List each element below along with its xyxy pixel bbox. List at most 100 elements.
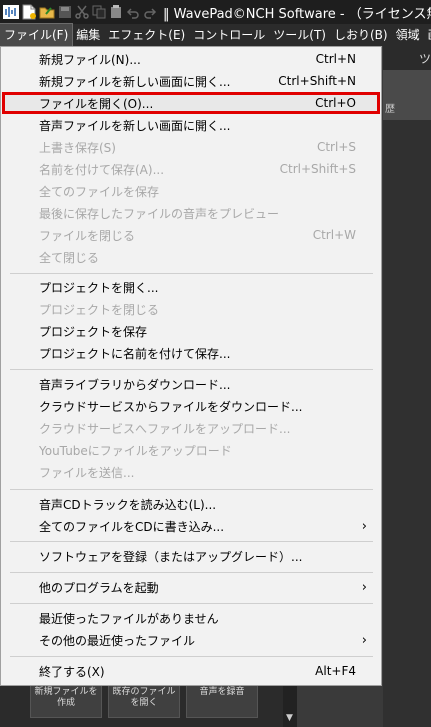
menu-item-close-project[interactable]: プロジェクトを閉じる	[2, 298, 380, 320]
new-file-button[interactable]: 新規ファイルを作成	[30, 684, 102, 718]
menu-item-no-recent-files[interactable]: 最近使ったファイルがありません	[2, 607, 380, 629]
menu-control[interactable]: コントロール	[189, 24, 269, 46]
menu-item-label: 全て閉じる	[39, 250, 100, 265]
menu-separator	[10, 572, 373, 573]
menu-item-label: プロジェクトを保存	[39, 324, 148, 339]
menu-item-new-file-new-window[interactable]: 新規ファイルを新しい画面に開く... Ctrl+Shift+N	[2, 70, 380, 92]
chevron-down-icon[interactable]: ▼	[286, 713, 293, 723]
menu-bookmarks[interactable]: しおり(B)	[330, 24, 392, 46]
chevron-right-icon: ›	[361, 579, 367, 595]
menu-view[interactable]: 画面	[424, 24, 431, 46]
menu-item-label: 最近使ったファイルがありません	[39, 611, 219, 626]
redo-icon[interactable]	[143, 3, 157, 21]
menu-item-exit[interactable]: 終了する(X) Alt+F4	[2, 660, 380, 682]
history-button-fragment[interactable]: 歴	[385, 100, 395, 115]
menu-item-label: 全てのファイルを保存	[39, 184, 160, 199]
file-menu-dropdown: 新規ファイル(N)... Ctrl+N 新規ファイルを新しい画面に開く... Ctr…	[0, 46, 382, 686]
toolbar-tab-strip: ツ	[383, 46, 431, 70]
window-title: ‖ WavePad©NCH Software - （ライセンス無	[163, 6, 431, 22]
menu-separator	[10, 603, 373, 604]
record-audio-button[interactable]: 音声を録音	[186, 684, 258, 718]
copy-icon[interactable]	[92, 3, 106, 21]
menu-item-burn-cd[interactable]: 全てのファイルをCDに書き込み... ›	[2, 515, 380, 537]
menu-item-label: 新規ファイルを新しい画面に開く...	[39, 74, 231, 89]
menu-file[interactable]: ファイル(F)	[0, 23, 74, 47]
menu-item-upload-to-cloud[interactable]: クラウドサービスへファイルをアップロード...	[2, 417, 380, 439]
menu-separator	[10, 656, 373, 657]
menu-item-preview-last-saved[interactable]: 最後に保存したファイルの音声をプレビュー	[2, 202, 380, 224]
menu-item-download-from-cloud[interactable]: クラウドサービスからファイルをダウンロード...	[2, 395, 380, 417]
menu-bar: ファイル(F) 編集 エフェクト(E) コントロール ツール(T) しおり(B)…	[0, 23, 431, 47]
menu-item-label: 終了する(X)	[39, 664, 105, 679]
menu-item-label: 他のプログラムを起動	[39, 580, 159, 595]
menu-item-label: 音声CDトラックを読み込む(L)...	[39, 497, 217, 512]
menu-separator	[10, 541, 373, 542]
menu-item-shortcut: Ctrl+N	[315, 52, 356, 66]
menu-item-close-all[interactable]: 全て閉じる	[2, 246, 380, 268]
menu-item-label: ファイルを開く(O)...	[39, 96, 154, 111]
scrollbar[interactable]: ▼	[283, 686, 297, 727]
chevron-right-icon: ›	[361, 632, 367, 648]
menu-item-save-all[interactable]: 全てのファイルを保存	[2, 180, 380, 202]
open-folder-icon[interactable]	[39, 3, 55, 21]
record-audio-button-label: 音声を録音	[199, 687, 245, 697]
menu-item-launch-other-program[interactable]: 他のプログラムを起動 ›	[2, 576, 380, 598]
menu-item-upload-youtube[interactable]: YouTubeにファイルをアップロード	[2, 439, 380, 461]
cut-icon[interactable]	[75, 3, 89, 21]
menu-item-label: ファイルを送信...	[39, 465, 135, 480]
menu-item-label: 全てのファイルをCDに書き込み...	[39, 519, 225, 534]
menu-item-label: その他の最近使ったファイル	[39, 633, 196, 648]
menu-item-shortcut: Ctrl+Shift+N	[278, 74, 356, 88]
toolbar-fragment: 歴	[383, 70, 431, 120]
menu-item-shortcut: Ctrl+S	[316, 140, 356, 154]
open-existing-file-button-label: 既存のファイルを開く	[112, 687, 176, 708]
title-bar: ‖ WavePad©NCH Software - （ライセンス無	[0, 0, 431, 24]
open-existing-file-button[interactable]: 既存のファイルを開く	[108, 684, 180, 718]
menu-item-label: プロジェクトを開く...	[39, 280, 159, 295]
menu-effects[interactable]: エフェクト(E)	[104, 24, 189, 46]
menu-edit[interactable]: 編集	[72, 24, 104, 46]
menu-item-label: プロジェクトを閉じる	[39, 302, 160, 317]
menu-item-label: 名前を付けて保存(A)...	[39, 162, 165, 177]
menu-item-label: クラウドサービスからファイルをダウンロード...	[39, 399, 303, 414]
menu-item-shortcut: Ctrl+W	[312, 228, 356, 242]
menu-item-label: 音声ライブラリからダウンロード...	[39, 377, 231, 392]
menu-item-label: 新規ファイル(N)...	[39, 52, 141, 67]
menu-item-label: 音声ファイルを新しい画面に開く...	[39, 118, 231, 133]
menu-item-new-file[interactable]: 新規ファイル(N)... Ctrl+N	[2, 48, 380, 70]
new-file-icon[interactable]	[22, 3, 36, 21]
menu-item-download-sound-library[interactable]: 音声ライブラリからダウンロード...	[2, 373, 380, 395]
menu-item-save[interactable]: 上書き保存(S) Ctrl+S	[2, 136, 380, 158]
menu-item-register-software[interactable]: ソフトウェアを登録（またはアップグレード）...	[2, 545, 380, 567]
paste-icon[interactable]	[109, 3, 123, 21]
menu-separator	[10, 489, 373, 490]
menu-item-label: YouTubeにファイルをアップロード	[39, 443, 232, 458]
menu-item-open-audio-new-window[interactable]: 音声ファイルを新しい画面に開く...	[2, 114, 380, 136]
menu-item-shortcut: Alt+F4	[315, 664, 356, 678]
menu-region[interactable]: 領域	[392, 24, 424, 46]
menu-item-shortcut: Ctrl+Shift+S	[279, 162, 356, 176]
menu-item-send-file[interactable]: ファイルを送信...	[2, 461, 380, 483]
menu-item-load-cd-tracks[interactable]: 音声CDトラックを読み込む(L)...	[2, 493, 380, 515]
menu-separator	[10, 273, 373, 274]
undo-icon[interactable]	[126, 3, 140, 21]
menu-item-label: 上書き保存(S)	[39, 140, 116, 155]
menu-item-open-project[interactable]: プロジェクトを開く...	[2, 276, 380, 298]
menu-item-open-file[interactable]: ファイルを開く(O)... Ctrl+O	[2, 92, 380, 114]
menu-item-save-project-as[interactable]: プロジェクトに名前を付けて保存...	[2, 342, 380, 364]
menu-item-label: 最後に保存したファイルの音声をプレビュー	[39, 206, 280, 221]
menu-tools[interactable]: ツール(T)	[269, 24, 330, 46]
workspace-area	[383, 120, 431, 727]
menu-item-other-recent-files[interactable]: その他の最近使ったファイル ›	[2, 629, 380, 651]
menu-item-label: クラウドサービスへファイルをアップロード...	[39, 421, 291, 436]
menu-item-close-file[interactable]: ファイルを閉じる Ctrl+W	[2, 224, 380, 246]
save-icon[interactable]	[58, 3, 72, 21]
menu-item-save-project[interactable]: プロジェクトを保存	[2, 320, 380, 342]
menu-item-save-as[interactable]: 名前を付けて保存(A)... Ctrl+Shift+S	[2, 158, 380, 180]
tab-fragment[interactable]: ツ	[419, 50, 431, 67]
menu-item-label: プロジェクトに名前を付けて保存...	[39, 346, 231, 361]
new-file-button-label: 新規ファイルを作成	[34, 687, 98, 708]
menu-separator	[10, 369, 373, 370]
menu-item-shortcut: Ctrl+O	[315, 96, 356, 110]
waveform-icon	[3, 3, 19, 21]
